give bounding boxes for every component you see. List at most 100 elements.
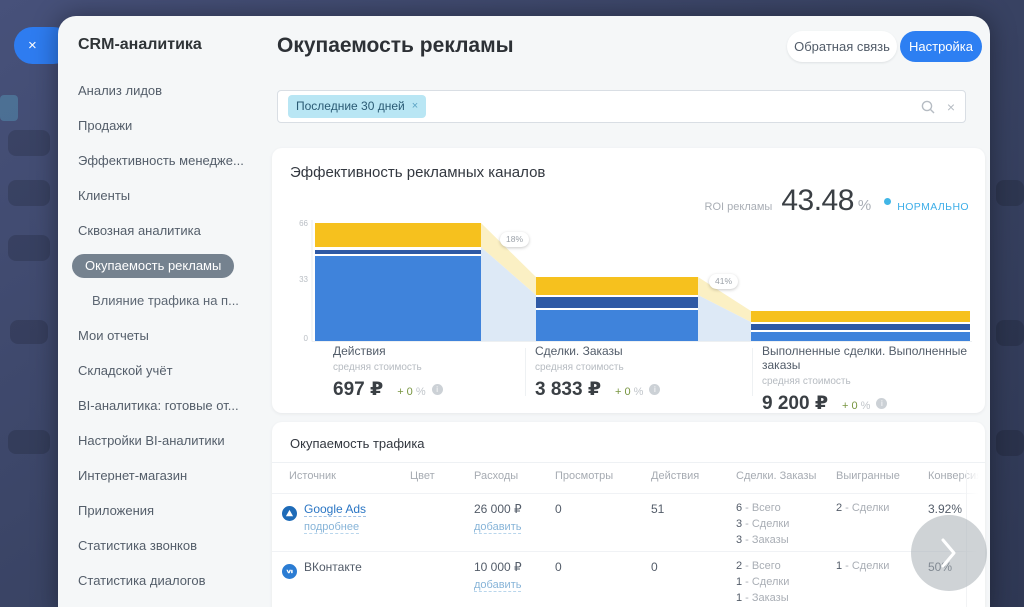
sidebar-item-bi-ready-reports[interactable]: BI-аналитика: готовые от... xyxy=(58,388,270,423)
stats-divider xyxy=(752,348,753,396)
table-scroll-right-button[interactable] xyxy=(911,515,987,591)
sidebar-item-lead-analysis[interactable]: Анализ лидов xyxy=(58,73,270,108)
stage2-blue-segment[interactable] xyxy=(536,310,698,341)
bg-blur-shape xyxy=(8,130,50,156)
source-link[interactable]: Google Ads xyxy=(304,502,366,517)
bg-blur-shape xyxy=(996,430,1024,456)
table-row-vkontakte: ВКонтакте 10 000 ₽ добавить 0 0 2- Всего… xyxy=(272,551,985,607)
views-value: 0 xyxy=(555,560,651,607)
stage1-navy-segment[interactable] xyxy=(315,250,481,254)
stat-actions: Действия средняя стоимость 697 ₽ + 0 % i xyxy=(333,344,443,401)
stat-delta: + 0 xyxy=(615,386,631,398)
stat-label: Действия xyxy=(333,344,443,358)
vkontakte-icon xyxy=(282,564,297,579)
bg-blur-shape xyxy=(8,235,50,261)
stat-value: 697 ₽ xyxy=(333,378,383,401)
stage3-navy-segment[interactable] xyxy=(751,324,970,330)
chevron-right-icon xyxy=(941,538,957,568)
stage2-yellow-segment[interactable] xyxy=(536,277,698,295)
close-icon: × xyxy=(28,38,37,53)
funnel-card: Эффективность рекламных каналов ROI рекл… xyxy=(272,148,985,413)
filter-chip-last-30-days[interactable]: Последние 30 дней × xyxy=(288,95,426,118)
feedback-button[interactable]: Обратная связь xyxy=(787,31,897,62)
stat-value: 9 200 ₽ xyxy=(762,392,828,415)
stat-delta-unit: % xyxy=(416,386,426,398)
search-icon[interactable] xyxy=(921,100,935,114)
sidebar-item-apps[interactable]: Приложения xyxy=(58,493,270,528)
filter-search-bar[interactable]: Последние 30 дней × × xyxy=(277,90,966,123)
stats-divider xyxy=(525,348,526,396)
deals-orders-cell: 2- Всего 1- Сделки 1- Заказы xyxy=(736,560,836,607)
stat-delta-unit: % xyxy=(861,400,871,412)
stat-sublabel: средняя стоимость xyxy=(762,376,985,387)
stat-sublabel: средняя стоимость xyxy=(333,362,443,373)
sidebar-item-inventory[interactable]: Складской учёт xyxy=(58,353,270,388)
stat-delta: + 0 xyxy=(397,386,413,398)
y-axis-tick-zero: 0 xyxy=(304,334,309,343)
deals-orders-cell: 6- Всего 3- Сделки 3- Заказы xyxy=(736,502,836,550)
traffic-card: Окупаемость трафика Источник Цвет Расход… xyxy=(272,422,985,607)
add-expenses-link[interactable]: добавить xyxy=(474,579,521,592)
filter-clear-icon[interactable]: × xyxy=(947,99,955,115)
crm-analytics-panel: CRM-аналитика Анализ лидов Продажи Эффек… xyxy=(58,16,990,607)
chip-close-icon[interactable]: × xyxy=(412,100,418,112)
col-deals-orders: Сделки. Заказы xyxy=(736,470,836,482)
conversion-badge-1: 18% xyxy=(500,232,529,247)
divider xyxy=(272,462,985,463)
stat-deals-orders: Сделки. Заказы средняя стоимость 3 833 ₽… xyxy=(535,344,660,401)
sidebar-item-manager-efficiency[interactable]: Эффективность менедже... xyxy=(58,143,270,178)
stage3-blue-segment[interactable] xyxy=(751,332,970,341)
table-row-google-ads: Google Ads подробнее 26 000 ₽ добавить 0… xyxy=(272,493,985,549)
sidebar-item-end-to-end-analytics[interactable]: Сквозная аналитика xyxy=(58,213,270,248)
add-expenses-link[interactable]: добавить xyxy=(474,521,521,534)
conversion-badge-2: 41% xyxy=(709,274,738,289)
details-link[interactable]: подробнее xyxy=(304,521,359,534)
col-actions: Действия xyxy=(651,470,736,482)
sidebar-menu: Анализ лидов Продажи Эффективность менед… xyxy=(58,73,270,598)
sidebar-item-ad-payback[interactable]: Окупаемость рекламы xyxy=(58,248,270,283)
info-icon[interactable]: i xyxy=(876,398,887,409)
stat-value: 3 833 ₽ xyxy=(535,378,601,401)
views-value: 0 xyxy=(555,502,651,550)
sidebar-item-traffic-impact[interactable]: Влияние трафика на п... xyxy=(58,283,270,318)
stat-sublabel: средняя стоимость xyxy=(535,362,660,373)
sidebar-item-online-store[interactable]: Интернет-магазин xyxy=(58,458,270,493)
stage2-navy-segment[interactable] xyxy=(536,297,698,308)
bg-blur-shape xyxy=(0,95,18,121)
stat-completed-deals: Выполненные сделки. Выполненные заказы с… xyxy=(762,344,985,415)
expenses-value: 26 000 ₽ xyxy=(474,502,522,516)
info-icon[interactable]: i xyxy=(432,384,443,395)
stat-label: Выполненные сделки. Выполненные заказы xyxy=(762,344,985,372)
bg-blur-shape xyxy=(8,180,50,206)
bg-blur-shape xyxy=(10,320,48,344)
sidebar-item-sales[interactable]: Продажи xyxy=(58,108,270,143)
traffic-card-title: Окупаемость трафика xyxy=(290,436,425,451)
stage1-blue-segment[interactable] xyxy=(315,256,481,341)
expenses-value: 10 000 ₽ xyxy=(474,560,522,574)
google-ads-icon xyxy=(282,506,297,521)
sidebar-item-call-stats[interactable]: Статистика звонков xyxy=(58,528,270,563)
info-icon[interactable]: i xyxy=(649,384,660,395)
filter-chip-label: Последние 30 дней xyxy=(296,99,405,113)
actions-value: 0 xyxy=(651,560,736,607)
stage3-yellow-segment[interactable] xyxy=(751,311,970,322)
sidebar-item-ad-payback-pill: Окупаемость рекламы xyxy=(72,254,234,278)
col-source: Источник xyxy=(289,470,410,482)
settings-button[interactable]: Настройка xyxy=(900,31,982,62)
sidebar-item-dialog-stats[interactable]: Статистика диалогов xyxy=(58,563,270,598)
actions-value: 51 xyxy=(651,502,736,550)
stage1-yellow-segment[interactable] xyxy=(315,223,481,247)
screen: × CRM-аналитика Анализ лидов Продажи Эфф… xyxy=(0,0,1024,607)
stat-label: Сделки. Заказы xyxy=(535,344,660,358)
bg-blur-shape xyxy=(996,320,1024,346)
stat-delta: + 0 xyxy=(842,400,858,412)
sidebar-item-bi-settings[interactable]: Настройки BI-аналитики xyxy=(58,423,270,458)
funnel-chart: 66 33 0 xyxy=(282,210,977,355)
source-name[interactable]: ВКонтакте xyxy=(304,560,362,574)
y-axis-tick-mid: 33 xyxy=(299,275,308,284)
sidebar-item-clients[interactable]: Клиенты xyxy=(58,178,270,213)
stat-delta-unit: % xyxy=(634,386,644,398)
col-color: Цвет xyxy=(410,470,474,482)
sidebar-item-my-reports[interactable]: Мои отчеты xyxy=(58,318,270,353)
table-header: Источник Цвет Расходы Просмотры Действия… xyxy=(272,470,985,482)
